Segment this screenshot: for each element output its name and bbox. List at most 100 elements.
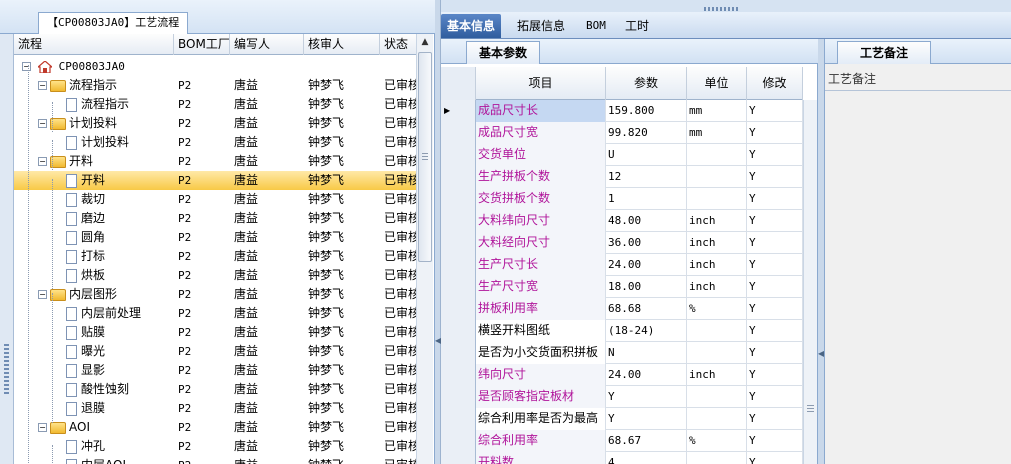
tree-step-row[interactable]: 贴膜 P2 唐益 钟梦飞 已审核 — [14, 323, 416, 342]
param-edit-cell[interactable]: Y — [747, 276, 803, 298]
param-edit-cell[interactable]: Y — [747, 254, 803, 276]
col-header-reviewer[interactable]: 核审人 — [304, 34, 380, 55]
row-indicator[interactable] — [441, 210, 476, 232]
row-indicator[interactable] — [441, 408, 476, 430]
collapse-toggle-icon[interactable]: − — [38, 290, 47, 299]
col-header-author[interactable]: 编写人 — [230, 34, 304, 55]
row-indicator[interactable] — [441, 144, 476, 166]
param-edit-cell[interactable]: Y — [747, 364, 803, 386]
param-edit-cell[interactable]: Y — [747, 210, 803, 232]
param-unit-cell[interactable]: mm — [687, 122, 747, 144]
param-value-cell[interactable]: 24.00 — [606, 254, 687, 276]
param-unit-cell[interactable]: % — [687, 298, 747, 320]
row-indicator[interactable] — [441, 364, 476, 386]
param-row[interactable]: 生产拼板个数 12 Y — [441, 166, 803, 188]
tab-extended-info[interactable]: 拓展信息 — [511, 14, 571, 38]
tree-step-row[interactable]: 退膜 P2 唐益 钟梦飞 已审核 — [14, 399, 416, 418]
tree-root-row[interactable]: − CP00803JA0 — [14, 57, 416, 76]
row-indicator[interactable] — [441, 188, 476, 210]
tree-folder-row[interactable]: − 流程指示 P2 唐益 钟梦飞 已审核 — [14, 76, 416, 95]
row-indicator[interactable] — [441, 452, 476, 464]
param-value-cell[interactable]: Y — [606, 408, 687, 430]
param-unit-cell[interactable]: inch — [687, 232, 747, 254]
tree-step-row[interactable]: 显影 P2 唐益 钟梦飞 已审核 — [14, 361, 416, 380]
param-unit-cell[interactable] — [687, 342, 747, 364]
param-edit-cell[interactable]: Y — [747, 408, 803, 430]
param-unit-cell[interactable] — [687, 320, 747, 342]
tree-step-row[interactable]: 计划投料 P2 唐益 钟梦飞 已审核 — [14, 133, 416, 152]
param-row[interactable]: 拼板利用率 68.68% Y — [441, 298, 803, 320]
param-row[interactable]: 大料经向尺寸 36.00 inch Y — [441, 232, 803, 254]
param-row[interactable]: 综合利用率 68.67% Y — [441, 430, 803, 452]
tree-step-row[interactable]: 打标 P2 唐益 钟梦飞 已审核 — [14, 247, 416, 266]
tree-step-row[interactable]: 曝光 P2 唐益 钟梦飞 已审核 — [14, 342, 416, 361]
param-edit-cell[interactable]: Y — [747, 122, 803, 144]
row-indicator[interactable] — [441, 232, 476, 254]
collapse-toggle-icon[interactable]: − — [38, 157, 47, 166]
tree-scroll-thumb[interactable] — [418, 52, 432, 262]
param-value-cell[interactable]: 12 — [606, 166, 687, 188]
tree-step-row[interactable]: 烘板 P2 唐益 钟梦飞 已审核 — [14, 266, 416, 285]
param-value-cell[interactable]: 99.820 — [606, 122, 687, 144]
param-edit-cell[interactable]: Y — [747, 100, 803, 122]
top-grip-icon[interactable] — [704, 7, 740, 11]
left-collapse-gutter[interactable] — [0, 34, 14, 464]
param-edit-cell[interactable]: Y — [747, 452, 803, 464]
param-unit-cell[interactable] — [687, 408, 747, 430]
col-header-status[interactable]: 状态 — [380, 34, 416, 55]
col-header-item[interactable]: 项目 — [476, 67, 606, 100]
param-edit-cell[interactable]: Y — [747, 320, 803, 342]
param-edit-cell[interactable]: Y — [747, 430, 803, 452]
param-edit-cell[interactable]: Y — [747, 166, 803, 188]
param-unit-cell[interactable] — [687, 166, 747, 188]
tab-process-notes[interactable]: 工艺备注 — [837, 41, 932, 64]
params-scrollbar[interactable] — [803, 100, 817, 464]
tree-scrollbar[interactable]: ▲ — [416, 34, 433, 464]
param-unit-cell[interactable]: mm — [687, 100, 747, 122]
tree-folder-row[interactable]: − 开料 P2 唐益 钟梦飞 已审核 — [14, 152, 416, 171]
param-value-cell[interactable]: 4 — [606, 452, 687, 464]
param-value-cell[interactable]: U — [606, 144, 687, 166]
tree-step-row[interactable]: 圆角 P2 唐益 钟梦飞 已审核 — [14, 228, 416, 247]
param-unit-cell[interactable]: inch — [687, 254, 747, 276]
param-unit-cell[interactable]: inch — [687, 364, 747, 386]
param-row[interactable]: 交货单位 U Y — [441, 144, 803, 166]
tree-step-row[interactable]: 磨边 P2 唐益 钟梦飞 已审核 — [14, 209, 416, 228]
param-edit-cell[interactable]: Y — [747, 188, 803, 210]
param-value-cell[interactable]: N — [606, 342, 687, 364]
param-edit-cell[interactable]: Y — [747, 342, 803, 364]
row-indicator[interactable] — [441, 122, 476, 144]
param-row[interactable]: 大料纬向尺寸 48.00 inch Y — [441, 210, 803, 232]
tree-folder-row[interactable]: − 计划投料 P2 唐益 钟梦飞 已审核 — [14, 114, 416, 133]
param-unit-cell[interactable] — [687, 188, 747, 210]
row-indicator[interactable] — [441, 386, 476, 408]
collapse-toggle-icon[interactable]: − — [22, 62, 31, 71]
tab-basic-info[interactable]: 基本信息 — [441, 14, 502, 38]
row-indicator[interactable] — [441, 430, 476, 452]
param-value-cell[interactable]: 24.00 — [606, 364, 687, 386]
col-header-flow[interactable]: 流程 — [14, 34, 174, 55]
param-row[interactable]: 成品尺寸宽 99.820 mm Y — [441, 122, 803, 144]
param-value-cell[interactable]: 48.00 — [606, 210, 687, 232]
param-value-cell[interactable]: 36.00 — [606, 232, 687, 254]
collapse-toggle-icon[interactable]: − — [38, 119, 47, 128]
tree-step-row[interactable]: 内层AOI P2唐益钟梦飞已审核 — [14, 456, 416, 464]
param-edit-cell[interactable]: Y — [747, 144, 803, 166]
col-header-bom[interactable]: BOM工厂 — [174, 34, 230, 55]
param-row[interactable]: 是否顾客指定板材 Y Y — [441, 386, 803, 408]
param-value-cell[interactable]: 18.00 — [606, 276, 687, 298]
param-row[interactable]: 横竖开料图纸 (18-24) Y — [441, 320, 803, 342]
collapse-toggle-icon[interactable]: − — [38, 81, 47, 90]
row-indicator[interactable] — [441, 298, 476, 320]
param-value-cell[interactable]: 159.800 — [606, 100, 687, 122]
process-flow-tab[interactable]: 【CP00803JA0】工艺流程 — [38, 12, 189, 34]
param-row[interactable]: 综合利用率是否为最高 Y Y — [441, 408, 803, 430]
row-indicator[interactable] — [441, 320, 476, 342]
row-indicator[interactable] — [441, 342, 476, 364]
param-row[interactable]: 生产尺寸长 24.00 inch Y — [441, 254, 803, 276]
param-value-cell[interactable]: (18-24) — [606, 320, 687, 342]
tree-folder-row[interactable]: − 内层图形 P2 唐益 钟梦飞 已审核 — [14, 285, 416, 304]
play-arrow-icon[interactable]: ▶ — [441, 100, 476, 122]
param-row[interactable]: 开料数 4 Y — [441, 452, 803, 464]
tree-step-row[interactable]: 裁切 P2 唐益 钟梦飞 已审核 — [14, 190, 416, 209]
